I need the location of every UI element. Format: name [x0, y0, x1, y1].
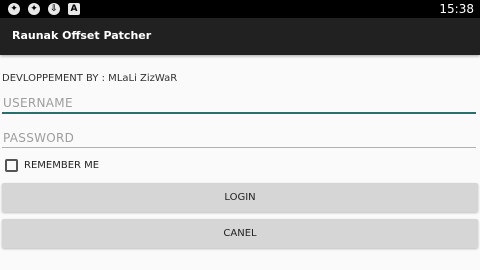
app-title: Raunak Offset Patcher — [12, 29, 152, 42]
cancel-button[interactable]: CANEL — [2, 219, 478, 248]
app-bar: Raunak Offset Patcher — [0, 18, 480, 55]
status-time: 15:38 — [439, 2, 474, 16]
download-icon: ⇩ — [48, 3, 60, 15]
password-input[interactable] — [2, 128, 476, 148]
developer-label: DEVLOPPEMENT BY : MLaLi ZizWaR — [2, 73, 178, 84]
notification-icons: ✦ ✦ ⇩ A — [8, 3, 80, 15]
status-bar: ✦ ✦ ⇩ A 15:38 — [0, 0, 480, 18]
remember-me-row[interactable]: REMEMBER ME — [5, 159, 99, 172]
remember-me-checkbox[interactable] — [5, 159, 18, 172]
a-icon: A — [68, 3, 80, 15]
login-button[interactable]: LOGIN — [2, 183, 478, 212]
username-input[interactable] — [2, 94, 476, 114]
remember-me-label: REMEMBER ME — [24, 160, 100, 171]
debug-icon: ✦ — [8, 3, 20, 15]
debug-icon: ✦ — [28, 3, 40, 15]
